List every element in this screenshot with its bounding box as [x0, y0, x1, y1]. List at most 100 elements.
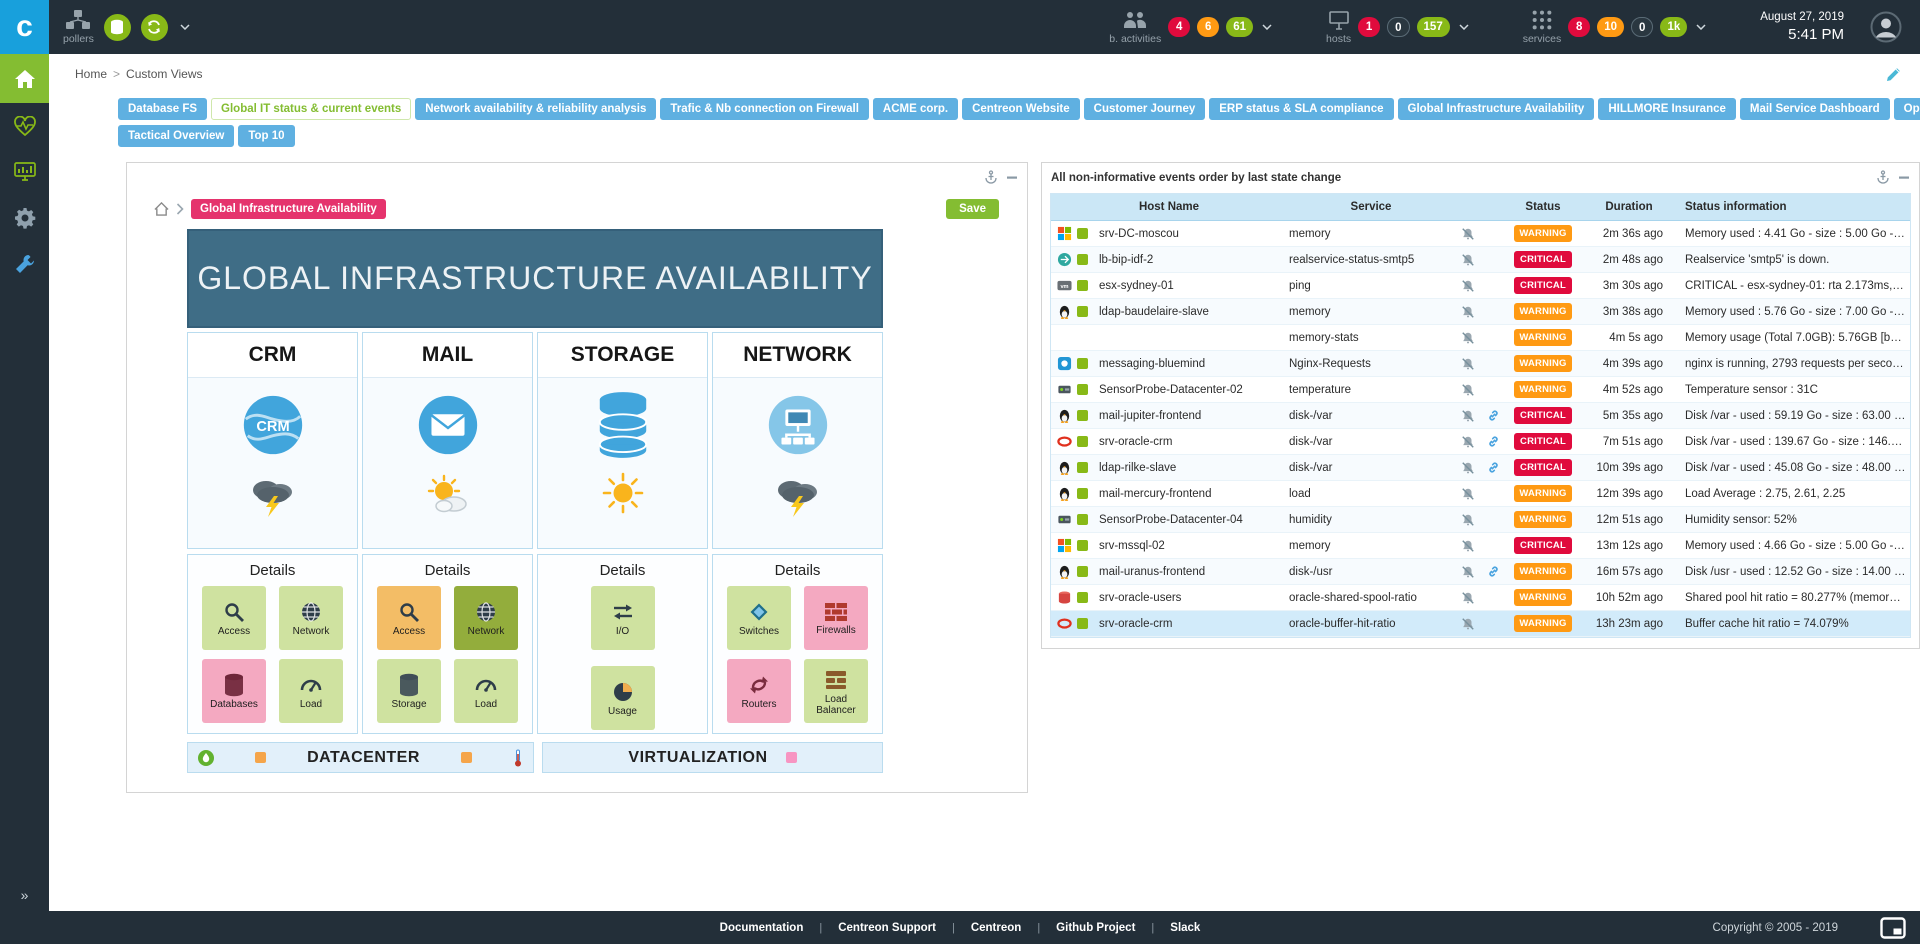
event-row[interactable]: mail-jupiter-frontenddisk-/varCRITICAL5m…: [1051, 403, 1910, 429]
view-tab-global-it-status-current-events[interactable]: Global IT status & current events: [211, 98, 411, 120]
event-row[interactable]: srv-DC-moscoumemoryWARNING2m 36s agoMemo…: [1051, 221, 1910, 247]
event-row[interactable]: SensorProbe-Datacenter-04humidityWARNING…: [1051, 507, 1910, 533]
view-tab-erp-status-sla-compliance[interactable]: ERP status & SLA compliance: [1209, 98, 1393, 120]
save-button[interactable]: Save: [946, 199, 999, 219]
chevron-down-icon[interactable]: [1262, 24, 1272, 30]
footer-link-slack[interactable]: Slack: [1170, 922, 1200, 934]
status-counter-badge[interactable]: 61: [1226, 17, 1253, 37]
sidebar-item-reporting[interactable]: [0, 149, 49, 195]
view-tab-customer-journey[interactable]: Customer Journey: [1084, 98, 1206, 120]
chevron-down-icon[interactable]: [180, 24, 190, 30]
detail-tile-usage[interactable]: Usage: [591, 666, 655, 730]
pollers-menu[interactable]: pollers: [63, 9, 190, 45]
status-counter-badge[interactable]: 157: [1417, 17, 1450, 37]
chevron-down-icon[interactable]: [1459, 24, 1469, 30]
topbar-group-label: services: [1523, 33, 1562, 45]
event-row[interactable]: memory-statsWARNING4m 5s agoMemory usage…: [1051, 325, 1910, 351]
chevron-down-icon[interactable]: [1696, 24, 1706, 30]
sidebar-collapse-button[interactable]: »: [21, 887, 29, 903]
detail-tile-storage[interactable]: Storage: [377, 659, 441, 723]
footer-link-documentation[interactable]: Documentation: [720, 922, 804, 934]
detail-tile-databases[interactable]: Databases: [202, 659, 266, 723]
event-row[interactable]: mail-mercury-frontendloadWARNING12m 39s …: [1051, 481, 1910, 507]
sidebar-item-administration[interactable]: [0, 241, 49, 287]
current-date: August 27, 2019: [1760, 10, 1844, 25]
view-tab-network-availability-reliability-analysis[interactable]: Network availability & reliability analy…: [415, 98, 656, 120]
zone-datacenter[interactable]: DATACENTER: [187, 742, 534, 773]
event-row[interactable]: SensorProbe-Datacenter-02temperatureWARN…: [1051, 377, 1910, 403]
detail-tile-load[interactable]: Load: [279, 659, 343, 723]
event-row[interactable]: vmesx-sydney-01pingCRITICAL3m 30s agoCRI…: [1051, 273, 1910, 299]
detail-tile-load[interactable]: Load: [454, 659, 518, 723]
event-host-name: srv-DC-moscou: [1097, 228, 1287, 240]
col-header-info[interactable]: Status information: [1677, 201, 1910, 213]
detail-tile-i-o[interactable]: I/O: [591, 586, 655, 650]
detail-tile-routers[interactable]: Routers: [727, 659, 791, 723]
detail-tile-access[interactable]: Access: [202, 586, 266, 650]
breadcrumb: Home > Custom Views: [49, 54, 1920, 94]
detail-tile-network[interactable]: Network: [454, 586, 518, 650]
poller-latency-status-icon[interactable]: [141, 14, 168, 41]
detail-tile-load-balancer[interactable]: Load Balancer: [804, 659, 868, 723]
event-row[interactable]: srv-mssql-02memoryCRITICAL13m 12s agoMem…: [1051, 533, 1910, 559]
sidebar-item-monitoring[interactable]: [0, 103, 49, 149]
view-tab-centreon-website[interactable]: Centreon Website: [962, 98, 1080, 120]
event-row[interactable]: messaging-bluemindNginx-RequestsWARNING4…: [1051, 351, 1910, 377]
event-row[interactable]: ldap-baudelaire-slavememoryWARNING3m 38s…: [1051, 299, 1910, 325]
link-icon[interactable]: [1487, 409, 1500, 422]
zone-virtualization[interactable]: VIRTUALIZATION: [542, 742, 883, 773]
status-counter-badge[interactable]: 0: [1631, 17, 1653, 37]
status-counter-badge[interactable]: 1: [1358, 17, 1380, 37]
detail-tile-switches[interactable]: Switches: [727, 586, 791, 650]
status-counter-badge[interactable]: 0: [1387, 17, 1409, 37]
view-tab-acme-corp[interactable]: ACME corp.: [873, 98, 958, 120]
col-header-service[interactable]: Service: [1287, 201, 1455, 213]
link-icon[interactable]: [1487, 435, 1500, 448]
centreon-logo[interactable]: c: [0, 0, 49, 54]
view-tab-database-fs[interactable]: Database FS: [118, 98, 207, 120]
col-header-duration[interactable]: Duration: [1581, 201, 1677, 213]
edit-view-icon[interactable]: [1885, 66, 1902, 83]
view-tab-open-tickets[interactable]: Open Tickets: [1894, 98, 1920, 120]
home-icon[interactable]: [154, 202, 169, 216]
view-tab-top-10[interactable]: Top 10: [238, 125, 294, 147]
collapse-widget-icon[interactable]: [1898, 170, 1910, 184]
event-row[interactable]: mail-uranus-frontenddisk-/usrWARNING16m …: [1051, 559, 1910, 585]
event-row[interactable]: srv-oracle-usersoracle-shared-spool-rati…: [1051, 585, 1910, 611]
status-counter-badge[interactable]: 8: [1568, 17, 1590, 37]
breadcrumb-home-link[interactable]: Home: [75, 67, 107, 81]
main-row: » Home > Custom Views Database FSGlobal …: [0, 54, 1920, 911]
status-counter-badge[interactable]: 1k: [1660, 17, 1687, 37]
sidebar-item-configuration[interactable]: [0, 195, 49, 241]
status-counter-badge[interactable]: 10: [1597, 17, 1624, 37]
detail-tile-access[interactable]: Access: [377, 586, 441, 650]
status-counter-badge[interactable]: 6: [1197, 17, 1219, 37]
anchor-icon[interactable]: [1877, 170, 1889, 184]
event-row[interactable]: lb-bip-idf-2realservice-status-smtp5CRIT…: [1051, 247, 1910, 273]
footer-link-centreon[interactable]: Centreon: [971, 922, 1021, 934]
view-tab-trafic-nb-connection-on-firewall[interactable]: Trafic & Nb connection on Firewall: [660, 98, 869, 120]
anchor-icon[interactable]: [985, 170, 997, 184]
view-tab-mail-service-dashboard[interactable]: Mail Service Dashboard: [1740, 98, 1890, 120]
detail-tile-firewalls[interactable]: Firewalls: [804, 586, 868, 650]
footer-link-centreon-support[interactable]: Centreon Support: [838, 922, 936, 934]
view-tab-global-infrastructure-availability[interactable]: Global Infrastructure Availability: [1398, 98, 1595, 120]
col-header-host[interactable]: Host Name: [1051, 201, 1287, 213]
footer-links: Documentation|Centreon Support|Centreon|…: [720, 922, 1201, 934]
sidebar-item-home[interactable]: [0, 54, 49, 103]
link-icon[interactable]: [1487, 461, 1500, 474]
detail-tile-network[interactable]: Network: [279, 586, 343, 650]
event-row[interactable]: srv-oracle-crmoracle-buffer-hit-ratioWAR…: [1051, 611, 1910, 637]
event-row[interactable]: srv-oracle-crmdisk-/varCRITICAL7m 51s ag…: [1051, 429, 1910, 455]
link-icon[interactable]: [1487, 565, 1500, 578]
poller-database-status-icon[interactable]: [104, 14, 131, 41]
footer-link-github-project[interactable]: Github Project: [1056, 922, 1135, 934]
fullscreen-icon[interactable]: [1880, 917, 1906, 939]
col-header-status[interactable]: Status: [1505, 201, 1581, 213]
status-counter-badge[interactable]: 4: [1168, 17, 1190, 37]
collapse-widget-icon[interactable]: [1006, 170, 1018, 184]
view-tab-tactical-overview[interactable]: Tactical Overview: [118, 125, 234, 147]
view-tab-hillmore-insurance[interactable]: HILLMORE Insurance: [1598, 98, 1736, 120]
user-avatar[interactable]: [1870, 11, 1902, 43]
event-row[interactable]: ldap-rilke-slavedisk-/varCRITICAL10m 39s…: [1051, 455, 1910, 481]
